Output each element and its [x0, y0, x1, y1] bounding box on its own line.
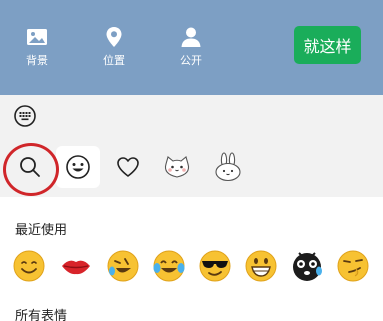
recent-emoji-row — [10, 249, 383, 289]
tab-emoji[interactable] — [56, 146, 100, 188]
image-icon — [27, 29, 47, 45]
smiley-face-icon — [66, 155, 90, 179]
all-section-title: 所有表情 — [15, 309, 68, 321]
person-icon — [181, 27, 201, 47]
smirk-emoji-icon[interactable] — [336, 249, 370, 283]
lips-emoji-icon[interactable] — [59, 249, 93, 283]
smile-emoji-icon[interactable] — [12, 249, 46, 283]
background-label: 背景 — [26, 54, 48, 67]
rabbit-sticker-icon — [215, 152, 241, 182]
heart-icon — [117, 157, 139, 177]
recent-section-title: 最近使用 — [15, 223, 68, 238]
tab-cat-sticker[interactable] — [155, 146, 199, 188]
location-label: 位置 — [103, 54, 125, 67]
tears-of-joy-emoji-icon[interactable] — [152, 249, 186, 283]
visibility-tool[interactable]: 公开 — [161, 25, 221, 68]
rofl-emoji-icon[interactable] — [106, 249, 140, 283]
background-tool[interactable]: 背景 — [7, 25, 67, 68]
public-label: 公开 — [180, 54, 202, 67]
highlight-circle — [3, 143, 59, 196]
tab-rabbit-sticker[interactable] — [206, 146, 250, 188]
emoji-panel: 最近使用 所有表情 — [0, 197, 383, 321]
top-toolbar: 背景 位置 公开 就这样 — [0, 0, 383, 95]
keyboard-icon[interactable] — [14, 105, 36, 127]
cat-sticker-icon — [164, 156, 190, 178]
done-button[interactable]: 就这样 — [294, 26, 361, 64]
crying-mask-emoji-icon[interactable] — [290, 249, 324, 283]
tab-favorites[interactable] — [106, 146, 150, 188]
location-pin-icon — [106, 27, 122, 47]
grin-emoji-icon[interactable] — [244, 249, 278, 283]
keyboard-row — [0, 95, 383, 137]
sunglasses-emoji-icon[interactable] — [198, 249, 232, 283]
location-tool[interactable]: 位置 — [84, 25, 144, 68]
